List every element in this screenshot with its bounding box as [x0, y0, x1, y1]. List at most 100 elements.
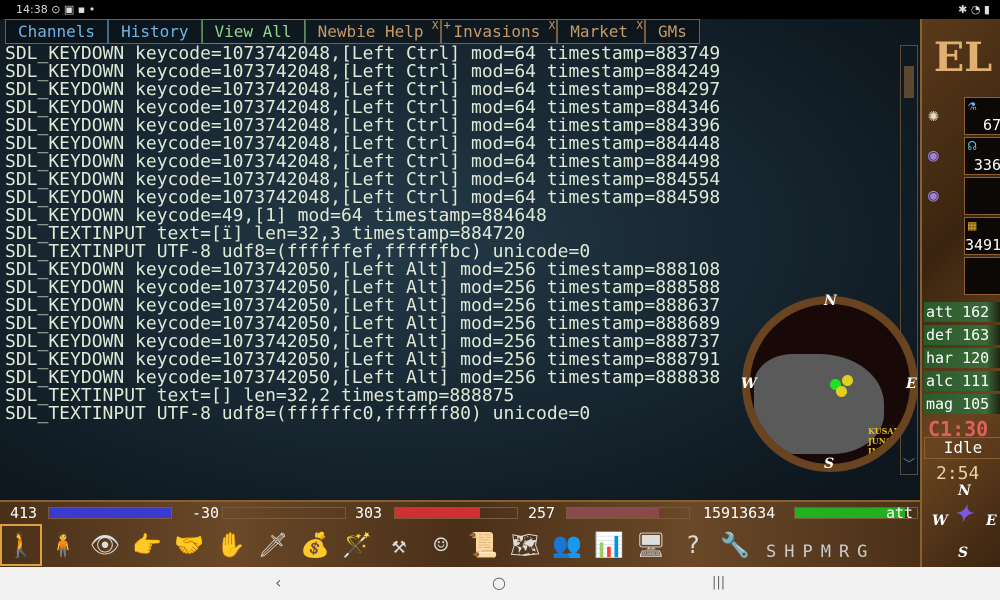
tab-label: Market — [570, 22, 629, 41]
tab-label: History — [121, 22, 189, 41]
skill-value: 162 — [962, 303, 990, 321]
stats-icon[interactable]: 📊 — [588, 524, 630, 566]
spells-wand-icon[interactable]: 🪄 — [336, 524, 378, 566]
minimap-land — [754, 354, 884, 454]
quickbar-slot[interactable]: ▦ 3491 — [964, 217, 1000, 255]
stat-bar-track — [48, 507, 172, 519]
game-view[interactable]: Channels History View All Newbie Help X Invas… — [0, 18, 1000, 567]
skill-value: 163 — [962, 326, 990, 344]
skill-mag[interactable]: mag 105 — [924, 394, 1000, 414]
quickbar-count: 336 — [973, 156, 1000, 174]
status-time: 14:38 — [16, 3, 48, 16]
side-panel: EL C1:30 Idle 2:54 ✦ N S W E ⚗ 67 ☊ 336 ▦ 349… — [920, 19, 1000, 567]
back-button[interactable]: ‹ — [275, 573, 281, 592]
map-icon[interactable]: 🗺 — [504, 524, 546, 566]
home-button[interactable]: ○ — [492, 573, 506, 592]
help-icon[interactable]: ? — [672, 524, 714, 566]
tab-plus-icon: + — [443, 18, 451, 32]
compass-icon[interactable]: ✦ N S W E — [932, 483, 998, 563]
npc-marker — [836, 386, 847, 397]
minimap-south: S — [824, 456, 835, 472]
quickbar-slot[interactable]: ⚗ 67 — [964, 97, 1000, 135]
skill-name: def — [926, 326, 954, 344]
quickbar-slot[interactable] — [964, 177, 1000, 215]
android-nav-bar: ‹ ○ ||| — [0, 567, 1000, 600]
action-status: Idle — [924, 437, 1000, 459]
skill-name: alc — [926, 372, 954, 390]
tab-view-all[interactable]: View All — [201, 19, 305, 44]
stat-value: -30 — [192, 504, 220, 522]
magic-orb-icon[interactable]: ◉ — [928, 145, 939, 166]
sit-icon[interactable]: 🧍 — [42, 524, 84, 566]
quickbar-count: 67 — [982, 116, 1000, 134]
inventory-bag-icon[interactable]: 💰 — [294, 524, 336, 566]
skill-def[interactable]: def 163 — [924, 325, 1000, 345]
stat-bar-label: att — [886, 504, 914, 522]
tab-label: GMs — [658, 22, 687, 41]
minimap[interactable]: KUSAMU JUNGLE INSU — [742, 296, 918, 472]
tab-label: Channels — [18, 22, 96, 41]
tab-market[interactable]: Market X — [557, 19, 646, 44]
status-bar: 14:38 ⊙ ▣ ▪ • ✱ ◔ ▮ — [0, 0, 1000, 19]
sword-icon[interactable]: 🗡 — [252, 524, 294, 566]
eternal-lands-logo[interactable]: EL — [926, 19, 1000, 97]
scroll-down-icon[interactable]: ﹀ — [903, 455, 915, 472]
essence-icon: ☊ — [968, 138, 977, 154]
look-icon[interactable]: 👁 — [84, 524, 126, 566]
game-time: 2:54 — [936, 463, 980, 484]
stat-bar-fill — [567, 508, 659, 518]
emotes-icon[interactable]: ☺ — [420, 524, 462, 566]
summon-icon[interactable]: ✺ — [928, 105, 939, 126]
attack-hand-icon[interactable]: ✋ — [210, 524, 252, 566]
stat-value: 303 — [355, 504, 383, 522]
tab-label: Invasions — [453, 22, 541, 41]
tab-close-icon[interactable]: X — [636, 14, 643, 37]
manufacture-icon[interactable]: ⚒ — [378, 524, 420, 566]
walk-icon[interactable]: 🚶 — [0, 524, 42, 566]
quickbar-count: 3491 — [965, 236, 1000, 254]
tab-close-icon[interactable]: X — [549, 14, 556, 37]
stat-bar-track — [222, 507, 346, 519]
console-icon[interactable]: 🖥 — [630, 524, 672, 566]
skill-att[interactable]: att 162 — [924, 302, 1000, 322]
tab-gms[interactable]: GMs — [645, 19, 700, 44]
compass-w: W — [932, 513, 948, 529]
stat-value: 257 — [528, 504, 556, 522]
tab-close-icon[interactable]: X — [432, 14, 439, 37]
stat-value: 15913634 — [703, 504, 776, 522]
quickbar-slot[interactable]: ☊ 336 — [964, 137, 1000, 175]
hud-letters[interactable]: SHPMRG — [766, 542, 875, 562]
potion-icon: ⚗ — [968, 98, 977, 114]
use-icon[interactable]: 👉 — [126, 524, 168, 566]
trade-icon[interactable]: 🤝 — [168, 524, 210, 566]
stat-bar-fill — [49, 508, 171, 518]
tab-label: Newbie Help — [317, 22, 424, 41]
stat-value: 413 — [10, 504, 38, 522]
status-icons-right: ✱ ◔ ▮ — [958, 3, 990, 16]
status-icons-left: ⊙ ▣ ▪ • — [51, 3, 96, 16]
quickbar-slot[interactable] — [964, 257, 1000, 295]
tab-newbie-help[interactable]: Newbie Help X — [304, 19, 441, 44]
skill-value: 111 — [962, 372, 990, 390]
chat-tabs: Channels History View All Newbie Help X Invas… — [5, 18, 700, 44]
bottom-hud: 413 -30 303 257 15913634 att 🚶 🧍 👁 👉 🤝 ✋ 🗡 💰 🪄 ⚒ ☺ 📜 🗺 👥 📊 🖥… — [0, 500, 920, 567]
minimap-east: E — [906, 376, 917, 392]
skill-har[interactable]: har 120 — [924, 348, 1000, 368]
tab-history[interactable]: History — [108, 19, 202, 44]
skill-alc[interactable]: alc 111 — [924, 371, 1000, 391]
options-icon[interactable]: 🔧 — [714, 524, 756, 566]
stat-bar-fill — [395, 508, 481, 518]
stat-bar-track — [394, 507, 518, 519]
minimap-west: W — [741, 376, 757, 392]
skill-name: att — [926, 303, 954, 321]
quest-scroll-icon[interactable]: 📜 — [462, 524, 504, 566]
gold-coins-icon: ▦ — [968, 218, 977, 234]
buddy-icon[interactable]: 👥 — [546, 524, 588, 566]
tab-channels[interactable]: Channels — [5, 19, 109, 44]
scroll-thumb[interactable] — [904, 66, 914, 98]
skill-name: har — [926, 349, 954, 367]
map-label: KUSAMU JUNGLE INSU — [868, 426, 910, 456]
tab-invasions[interactable]: Invasions + X — [440, 18, 558, 44]
magic-orb-icon[interactable]: ◉ — [928, 185, 939, 206]
recents-button[interactable]: ||| — [712, 575, 725, 590]
